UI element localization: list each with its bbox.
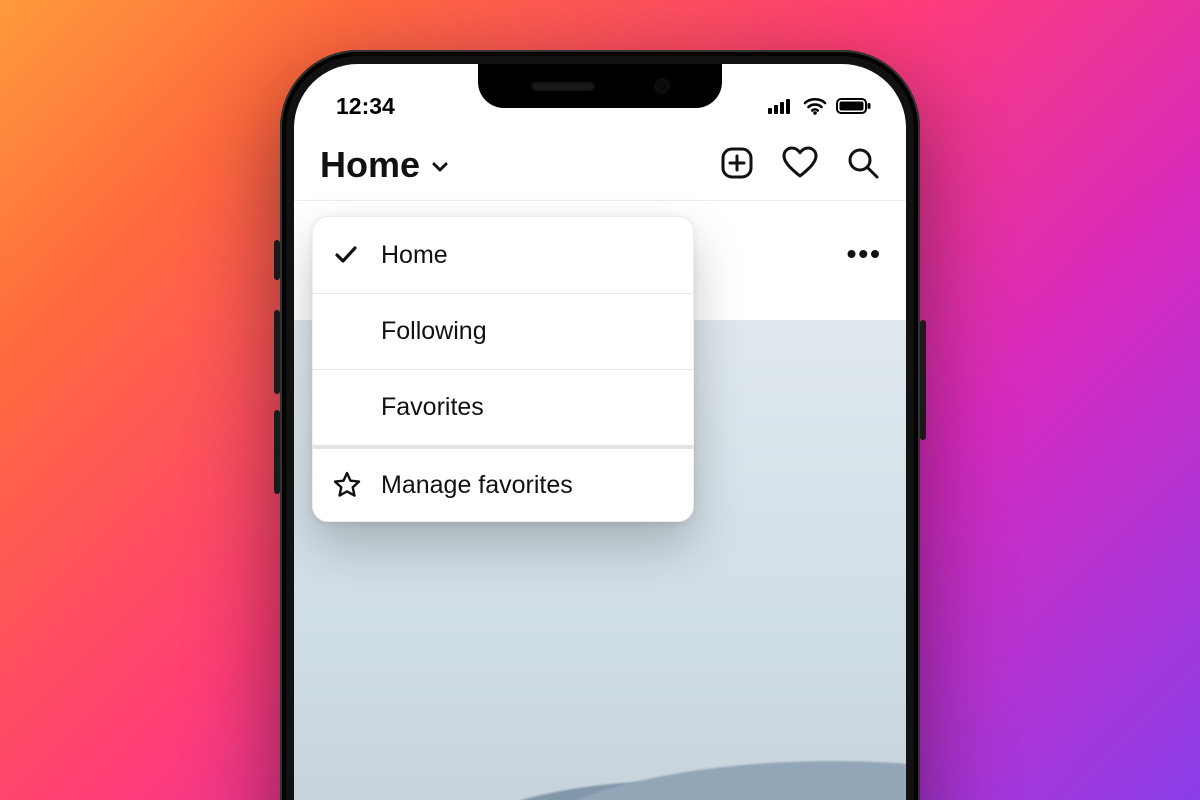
front-camera	[655, 79, 669, 93]
app-header: Home	[294, 126, 906, 201]
header-actions	[720, 146, 880, 185]
dropdown-item-label: Following	[381, 317, 487, 346]
dropdown-item-home[interactable]: Home	[313, 217, 693, 293]
feed-dropdown: Home Following Favorites Manage favorite…	[312, 216, 694, 522]
earpiece-speaker	[531, 82, 595, 91]
phone-screen: 12:34 Home	[294, 64, 906, 800]
dropdown-item-label: Home	[381, 241, 448, 270]
volume-up-button	[274, 310, 280, 394]
cellular-icon	[768, 98, 794, 114]
search-button[interactable]	[846, 146, 880, 185]
status-time: 12:34	[336, 93, 395, 120]
gradient-background: 12:34 Home	[0, 0, 1200, 800]
battery-icon	[836, 97, 872, 115]
chevron-down-icon	[430, 144, 450, 186]
wifi-icon	[803, 97, 827, 115]
phone-frame: 12:34 Home	[280, 50, 920, 800]
dropdown-manage-label: Manage favorites	[381, 471, 573, 500]
notch	[478, 64, 722, 108]
mountains	[294, 668, 906, 800]
power-button	[920, 320, 926, 440]
post-more-button[interactable]: •••	[847, 238, 882, 270]
activity-button[interactable]	[782, 146, 818, 185]
create-post-button[interactable]	[720, 146, 754, 185]
check-icon	[333, 242, 381, 268]
feed-selector[interactable]: Home	[320, 144, 450, 186]
status-indicators	[768, 97, 872, 115]
volume-down-button	[274, 410, 280, 494]
dropdown-item-following[interactable]: Following	[313, 293, 693, 369]
dropdown-manage-favorites[interactable]: Manage favorites	[313, 445, 693, 521]
feed-title-label: Home	[320, 144, 420, 186]
mute-switch	[274, 240, 280, 280]
star-outline-icon	[333, 471, 381, 499]
dropdown-item-label: Favorites	[381, 393, 484, 422]
dropdown-item-favorites[interactable]: Favorites	[313, 369, 693, 445]
